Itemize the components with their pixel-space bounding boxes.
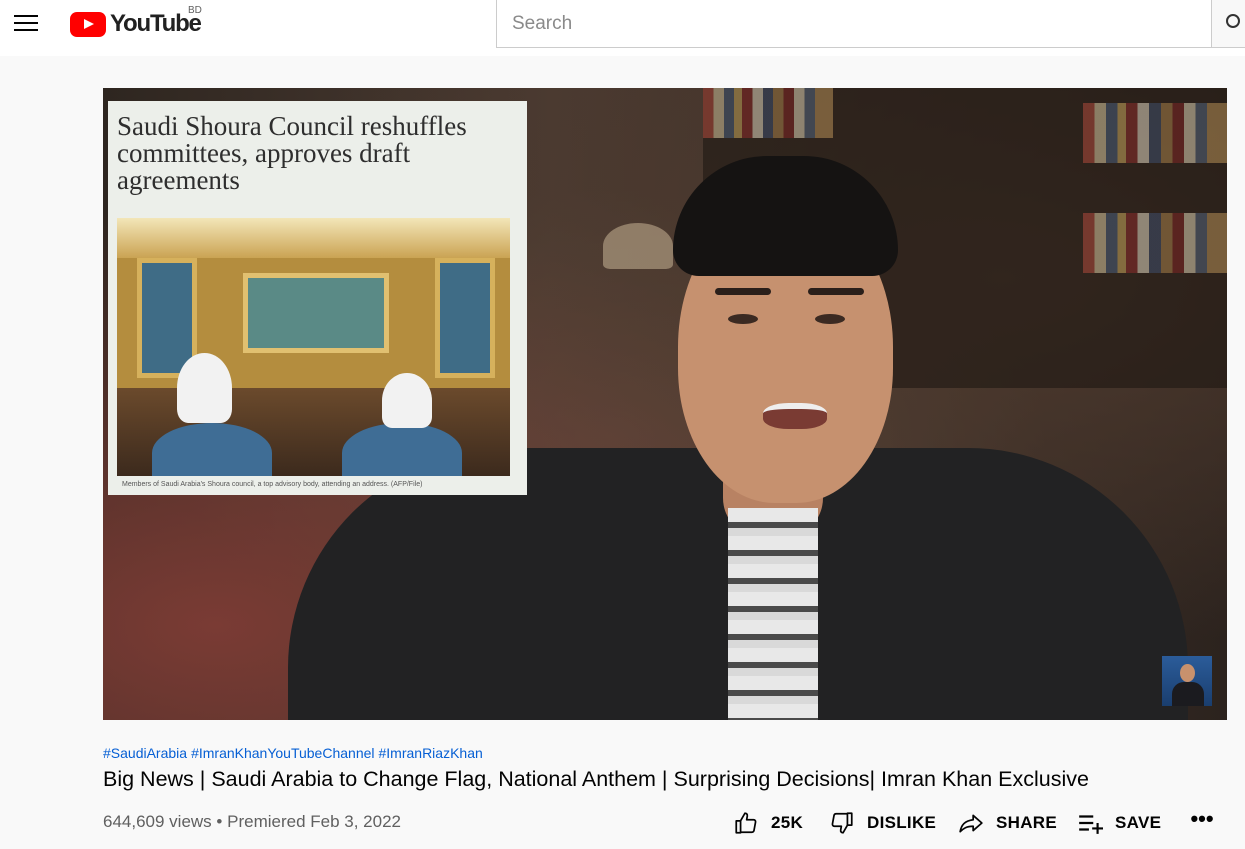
presenter-shirt [728, 508, 818, 720]
youtube-logo[interactable]: YouTube [70, 10, 202, 38]
news-article-card: Saudi Shoura Council reshuffles committe… [108, 101, 527, 495]
chamber-chair [152, 423, 272, 476]
info-separator: • [216, 812, 223, 831]
council-member [382, 373, 432, 428]
news-photo-caption: Members of Saudi Arabia's Shoura council… [122, 481, 423, 488]
hashtag-link[interactable]: #SaudiArabia [103, 745, 187, 761]
watermark-head [1180, 664, 1195, 682]
chamber-center-panel [243, 273, 389, 353]
chamber-chair [342, 423, 462, 476]
hashtag-link[interactable]: #ImranRiazKhan [379, 745, 483, 761]
channel-watermark[interactable] [1162, 656, 1212, 706]
search-box [496, 0, 1212, 48]
council-member [177, 353, 232, 423]
dislike-button[interactable]: DISLIKE [829, 808, 936, 838]
hamburger-menu-icon[interactable] [10, 8, 42, 40]
save-label: SAVE [1115, 813, 1162, 832]
view-info: 644,609 views • Premiered Feb 3, 2022 [103, 812, 401, 832]
books-row [1083, 103, 1227, 163]
watermark-suit [1172, 682, 1204, 706]
books-row [1083, 213, 1227, 273]
presenter-brow [715, 288, 771, 295]
search-button[interactable] [1211, 0, 1245, 48]
share-button[interactable]: SHARE [958, 808, 1057, 838]
share-arrow-icon [959, 814, 983, 833]
save-button[interactable]: SAVE [1077, 808, 1161, 838]
presenter-brow [808, 288, 864, 295]
search-icon [1226, 14, 1240, 28]
like-count: 25K [771, 813, 804, 832]
masthead: YouTube BD [0, 0, 1245, 56]
chamber-panel [435, 258, 495, 378]
youtube-play-icon [70, 11, 106, 37]
presenter-eye [728, 314, 758, 324]
playlist-add-icon [1079, 815, 1103, 834]
country-code: BD [188, 5, 202, 16]
presenter-mouth [763, 403, 827, 429]
presenter-eye [815, 314, 845, 324]
hashtags: #SaudiArabia #ImranKhanYouTubeChannel #Imr… [103, 745, 487, 761]
video-player[interactable]: Saudi Shoura Council reshuffles committe… [103, 88, 1227, 720]
hashtag-link[interactable]: #ImranKhanYouTubeChannel [191, 745, 374, 761]
view-count: 644,609 views [103, 812, 212, 831]
news-headline: Saudi Shoura Council reshuffles committe… [117, 111, 467, 195]
video-title: Big News | Saudi Arabia to Change Flag, … [103, 767, 1089, 791]
news-photo [117, 218, 510, 476]
more-horizontal-icon[interactable]: ••• [1186, 808, 1218, 838]
search-input[interactable] [497, 0, 1211, 47]
dislike-label: DISLIKE [867, 813, 937, 832]
thumbs-down-icon [831, 812, 853, 834]
chamber-ceiling [117, 218, 510, 258]
premiere-date: Premiered Feb 3, 2022 [227, 812, 401, 831]
lamp [603, 223, 673, 269]
like-button[interactable]: 25K [733, 808, 803, 838]
books-row [703, 88, 833, 138]
thumbs-up-icon [735, 812, 757, 834]
share-label: SHARE [996, 813, 1058, 832]
